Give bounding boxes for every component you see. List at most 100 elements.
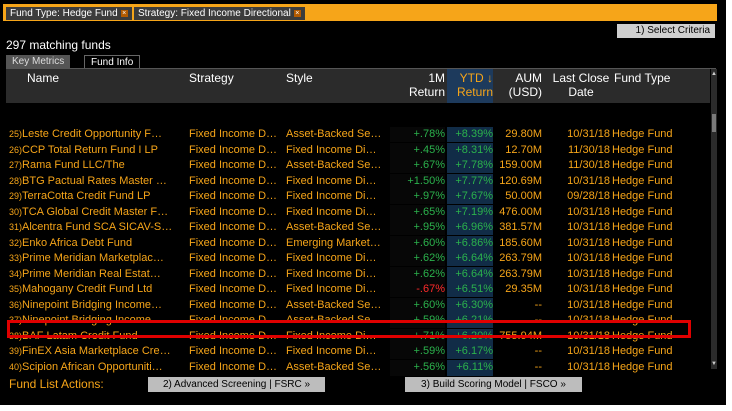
fund-name: Enko Africa Debt Fund bbox=[22, 236, 133, 249]
vertical-scrollbar[interactable]: ▲ ▼ bbox=[711, 69, 717, 369]
cell-last-close: 09/28/18 bbox=[567, 190, 610, 202]
cell-style: Fixed Income Di… bbox=[286, 190, 377, 202]
table-row[interactable]: 36)Ninepoint Bridging Income… Fixed Incom… bbox=[6, 297, 710, 313]
table-row[interactable]: 31)Alcentra Fund SCA SICAV-S… Fixed Incom… bbox=[6, 220, 710, 235]
cell-ytd-return: +6.64% bbox=[447, 266, 493, 282]
column-header-style[interactable]: Style bbox=[286, 71, 313, 85]
cell-ytd-return: +7.77% bbox=[447, 173, 493, 189]
fund-name: Leste Credit Opportunity F… bbox=[22, 128, 163, 140]
cell-name[interactable]: 32)Enko Africa Debt Fund bbox=[9, 236, 187, 251]
fund-name: Ninepoint Bridging Income… bbox=[22, 298, 163, 311]
column-header-fund-type[interactable]: Fund Type bbox=[614, 71, 670, 85]
cell-aum: 159.00M bbox=[499, 159, 542, 171]
cell-strategy: Fixed Income D… bbox=[189, 360, 278, 373]
build-scoring-model-button[interactable]: 3) Build Scoring Model | FSCO » bbox=[405, 377, 582, 392]
cell-ytd-return: +7.78% bbox=[447, 158, 493, 173]
column-header-ytd-return[interactable]: YTD ↓ Return bbox=[447, 71, 493, 99]
cell-name[interactable]: 39)FinEX Asia Marketplace Cre… bbox=[9, 344, 187, 359]
row-number: 30) bbox=[9, 206, 23, 217]
close-icon[interactable]: × bbox=[293, 9, 301, 17]
table-row[interactable]: 35)Mahogany Credit Fund Ltd Fixed Income … bbox=[6, 282, 710, 297]
table-row[interactable]: 27)Rama Fund LLC/The Fixed Income D… Asset… bbox=[6, 158, 710, 173]
cell-aum: 29.35M bbox=[505, 283, 542, 295]
select-criteria-button[interactable]: 1) Select Criteria bbox=[617, 24, 715, 38]
cell-name[interactable]: 28)BTG Pactual Rates Master … bbox=[9, 174, 187, 189]
cell-name[interactable]: 36)Ninepoint Bridging Income… bbox=[9, 298, 187, 313]
cell-name[interactable]: 26)CCP Total Return Fund I LP bbox=[9, 143, 187, 158]
cell-ytd-return: +7.67% bbox=[447, 189, 493, 204]
fund-name: BTG Pactual Rates Master … bbox=[22, 174, 167, 187]
filter-chip-strategy[interactable]: Strategy: Fixed Income Directional × bbox=[134, 7, 305, 20]
fund-name: Mahogany Credit Fund Ltd bbox=[22, 283, 153, 295]
cell-aum: 120.69M bbox=[499, 174, 542, 187]
tab-key-metrics[interactable]: Key Metrics bbox=[6, 55, 71, 68]
table-header: Name Strategy Style 1M Return YTD ↓ Retu… bbox=[6, 69, 710, 103]
cell-style: Fixed Income Di… bbox=[286, 345, 377, 357]
table-row[interactable]: 39)FinEX Asia Marketplace Cre… Fixed Inco… bbox=[6, 344, 710, 359]
cell-1m-return: +1.50% bbox=[390, 173, 445, 189]
cell-name[interactable]: 33)Prime Meridian Marketplac… bbox=[9, 251, 187, 266]
cell-1m-return: +.78% bbox=[390, 127, 445, 142]
cell-fund-type: Hedge Fund bbox=[612, 298, 673, 311]
column-header-1m-bottom: Return bbox=[408, 85, 445, 99]
cell-strategy: Fixed Income D… bbox=[189, 143, 278, 156]
cell-1m-return: +.45% bbox=[390, 142, 445, 158]
cell-name[interactable]: 29)TerraCotta Credit Fund LP bbox=[9, 189, 187, 204]
column-header-ytd-bottom: Return bbox=[456, 85, 493, 99]
table-row[interactable]: 29)TerraCotta Credit Fund LP Fixed Income… bbox=[6, 189, 710, 204]
cell-last-close: 10/31/18 bbox=[567, 128, 610, 140]
cell-fund-type: Hedge Fund bbox=[612, 143, 673, 156]
cell-style: Fixed Income Di… bbox=[286, 267, 377, 280]
filter-chip-fund-type[interactable]: Fund Type: Hedge Fund × bbox=[6, 7, 132, 20]
table-row[interactable]: 28)BTG Pactual Rates Master … Fixed Incom… bbox=[6, 173, 710, 189]
column-header-1m-return[interactable]: 1M Return bbox=[390, 71, 445, 99]
cell-name[interactable]: 30)TCA Global Credit Master F… bbox=[9, 205, 187, 220]
table-row[interactable]: 34)Prime Meridian Real Estat… Fixed Incom… bbox=[6, 266, 710, 282]
column-header-1m-top: 1M bbox=[428, 71, 445, 85]
advanced-screening-button[interactable]: 2) Advanced Screening | FSRC » bbox=[148, 377, 325, 392]
cell-fund-type: Hedge Fund bbox=[612, 283, 673, 295]
cell-ytd-return: +6.11% bbox=[447, 359, 493, 375]
cell-strategy: Fixed Income D… bbox=[189, 283, 278, 295]
cell-fund-type: Hedge Fund bbox=[612, 345, 673, 357]
cell-last-close: 10/31/18 bbox=[567, 236, 610, 249]
column-header-last-close[interactable]: Last Close Date bbox=[551, 71, 611, 99]
cell-name[interactable]: 31)Alcentra Fund SCA SICAV-S… bbox=[9, 220, 187, 235]
row-number: 35) bbox=[9, 284, 23, 294]
scroll-up-icon[interactable]: ▲ bbox=[711, 71, 717, 77]
column-header-aum[interactable]: AUM (USD) bbox=[495, 71, 542, 99]
fund-list-actions-label: Fund List Actions: bbox=[9, 377, 104, 391]
table-row[interactable]: 40)Scipion African Opportuniti… Fixed Inc… bbox=[6, 359, 710, 375]
table-row[interactable]: 25)Leste Credit Opportunity F… Fixed Inco… bbox=[6, 127, 710, 142]
row-number: 29) bbox=[9, 191, 23, 201]
fund-name: Rama Fund LLC/The bbox=[22, 159, 125, 171]
cell-style: Asset-Backed Se… bbox=[286, 128, 382, 140]
cell-1m-return: +.67% bbox=[390, 158, 445, 173]
cell-ytd-return: +6.51% bbox=[447, 282, 493, 297]
fund-name: Alcentra Fund SCA SICAV-S… bbox=[22, 221, 173, 233]
cell-aum: 476.00M bbox=[499, 205, 542, 218]
column-header-aum-top: AUM bbox=[515, 71, 542, 85]
close-icon[interactable]: × bbox=[120, 9, 128, 17]
cell-name[interactable]: 40)Scipion African Opportuniti… bbox=[9, 360, 187, 375]
cell-name[interactable]: 27)Rama Fund LLC/The bbox=[9, 158, 187, 173]
cell-style: Asset-Backed Se… bbox=[286, 221, 382, 233]
table-row[interactable]: 30)TCA Global Credit Master F… Fixed Inco… bbox=[6, 204, 710, 220]
cell-strategy: Fixed Income D… bbox=[189, 252, 278, 264]
cell-name[interactable]: 25)Leste Credit Opportunity F… bbox=[9, 127, 187, 142]
scroll-thumb[interactable] bbox=[712, 114, 716, 132]
table-row[interactable]: 32)Enko Africa Debt Fund Fixed Income D… E… bbox=[6, 235, 710, 251]
cell-name[interactable]: 35)Mahogany Credit Fund Ltd bbox=[9, 282, 187, 297]
column-header-strategy[interactable]: Strategy bbox=[189, 71, 234, 85]
cell-1m-return: -.67% bbox=[390, 282, 445, 297]
column-header-name[interactable]: Name bbox=[27, 71, 59, 85]
cell-ytd-return: +8.31% bbox=[447, 142, 493, 158]
tab-fund-info[interactable]: Fund Info bbox=[84, 55, 141, 69]
table-row[interactable]: 33)Prime Meridian Marketplac… Fixed Incom… bbox=[6, 251, 710, 266]
table-row[interactable]: 26)CCP Total Return Fund I LP Fixed Incom… bbox=[6, 142, 710, 158]
cell-aum: -- bbox=[534, 298, 542, 311]
cell-aum: 185.60M bbox=[499, 236, 542, 249]
cell-name[interactable]: 34)Prime Meridian Real Estat… bbox=[9, 267, 187, 282]
cell-strategy: Fixed Income D… bbox=[189, 205, 278, 218]
scroll-down-icon[interactable]: ▼ bbox=[711, 361, 717, 367]
